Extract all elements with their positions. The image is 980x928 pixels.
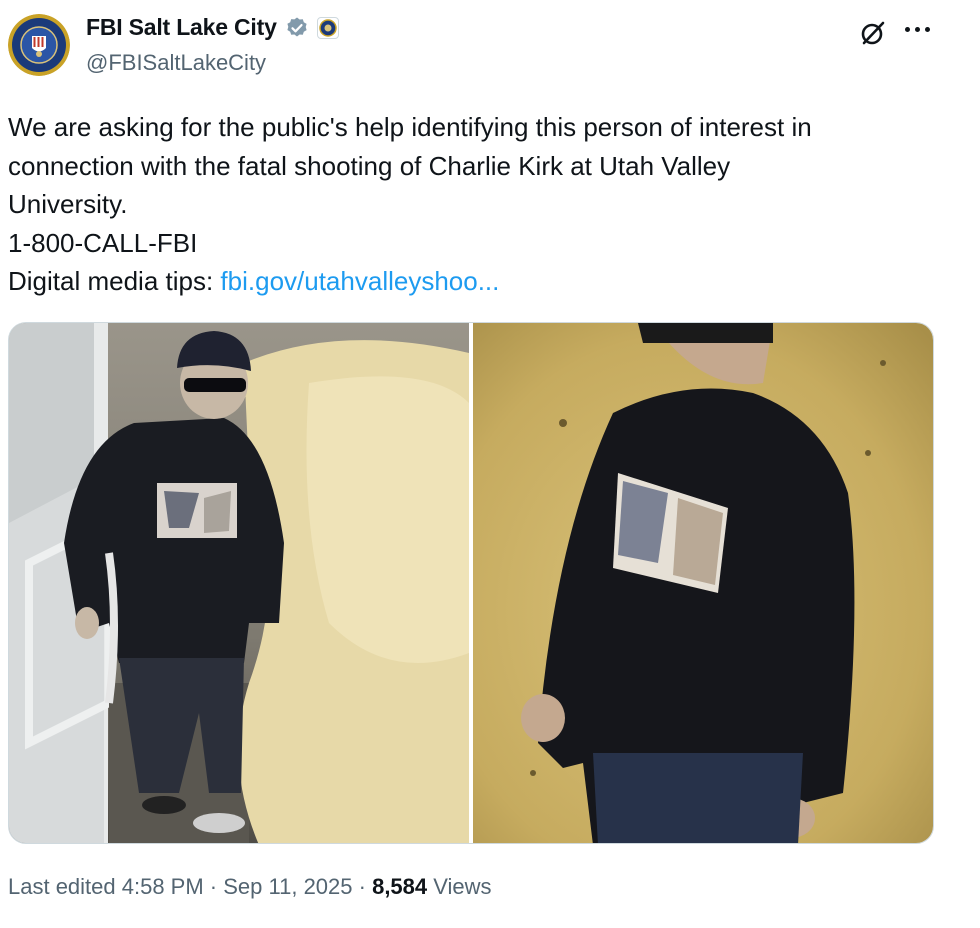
author-name-row: FBI Salt Lake City — [86, 14, 339, 41]
separator: · — [203, 874, 224, 899]
tweet-text-line: University. — [8, 189, 128, 219]
tweet-header: FBI Salt Lake City @FBISaltLakeCity — [0, 0, 980, 92]
tips-prefix: Digital media tips: — [8, 266, 221, 296]
author-handle[interactable]: @FBISaltLakeCity — [86, 50, 266, 76]
views-label: Views — [427, 874, 492, 899]
fbi-seal-icon[interactable] — [8, 14, 70, 76]
edited-timestamp[interactable]: Last edited 4:58 PM — [8, 874, 204, 899]
author-display-name[interactable]: FBI Salt Lake City — [86, 14, 277, 41]
grok-icon[interactable] — [858, 18, 888, 48]
tweet-tips-line: Digital media tips: fbi.gov/utahvalleysh… — [8, 262, 968, 301]
surveillance-photo-stairwell[interactable] — [9, 323, 469, 843]
verified-badge-icon[interactable] — [285, 16, 309, 40]
tweet-text-line: 1-800-CALL-FBI — [8, 227, 198, 258]
tweet-metadata: Last edited 4:58 PM · Sep 11, 2025 · 8,5… — [8, 874, 492, 900]
tweet-text: We are asking for the public's help iden… — [8, 108, 968, 301]
fbi-affiliate-badge-icon[interactable] — [316, 16, 339, 39]
more-options-icon[interactable] — [905, 22, 933, 36]
tips-link[interactable]: fbi.gov/utahvalleyshoo... — [220, 266, 499, 296]
surveillance-photo-hallway[interactable] — [473, 323, 933, 843]
views-count: 8,584 — [372, 874, 428, 899]
tweet-media[interactable] — [8, 322, 934, 844]
post-date[interactable]: Sep 11, 2025 — [223, 874, 352, 899]
tweet-text-line: connection with the fatal shooting of Ch… — [8, 150, 731, 181]
separator: · — [352, 874, 373, 899]
tweet-text-line: We are asking for the public's help iden… — [8, 112, 812, 142]
